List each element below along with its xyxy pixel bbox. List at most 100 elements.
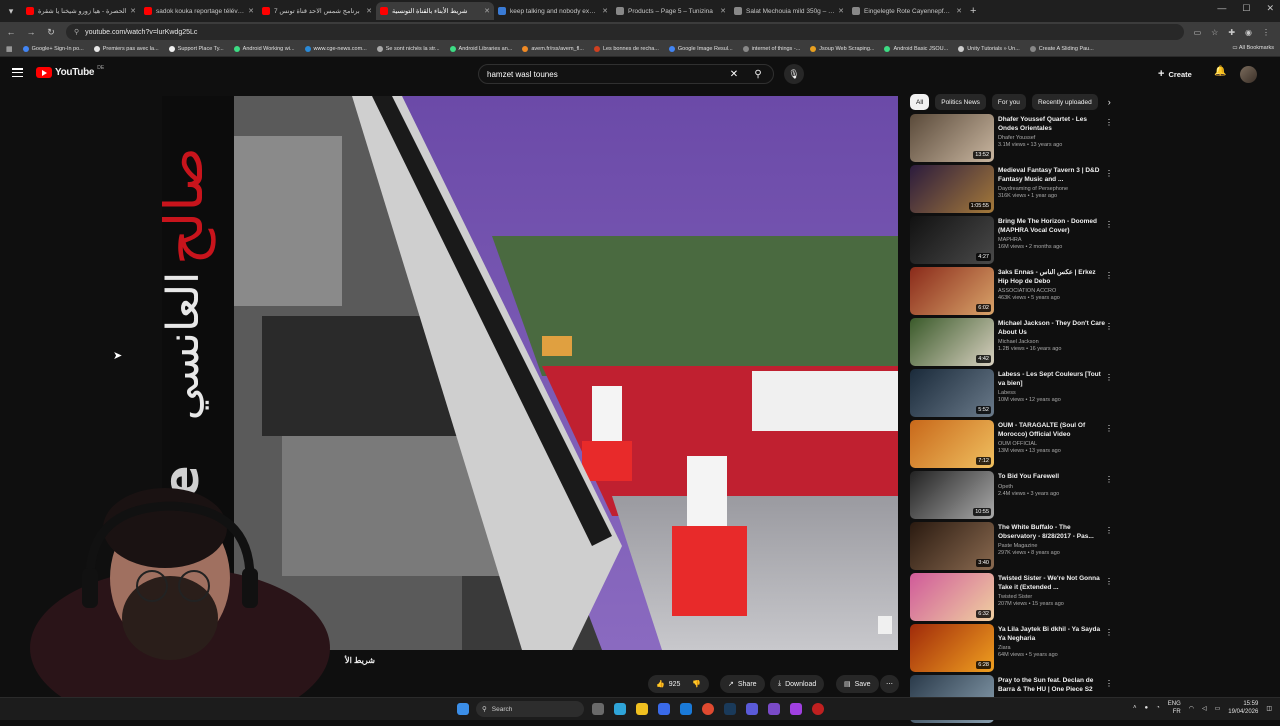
avatar[interactable]	[1240, 66, 1257, 83]
task-view-icon[interactable]	[592, 703, 604, 715]
chrome-icon[interactable]	[702, 703, 714, 715]
search-icon[interactable]: ⚲	[743, 65, 773, 83]
recommendation-item[interactable]: 6:28 Ya Lila Jaytek Bi dkhil - Ya Sayda Y…	[910, 624, 1115, 675]
bookmark-item[interactable]: Google Image Resul...	[668, 46, 733, 52]
video-thumbnail[interactable]: 7:12	[910, 420, 994, 468]
notification-center-icon[interactable]: ◫	[1266, 705, 1272, 712]
video-thumbnail[interactable]: 13:52	[910, 114, 994, 162]
browser-tab[interactable]: Eingelegte Rote Cayennepfeffer ✕	[848, 2, 966, 20]
teams-icon[interactable]	[746, 703, 758, 715]
browser-tab[interactable]: برنامج شمس الاحد قناة تونس 7 ✕	[258, 2, 376, 20]
browser-tab[interactable]: sadok kouka reportage télévisé ✕	[140, 2, 258, 20]
video-thumbnail[interactable]: 1:05:55	[910, 165, 994, 213]
video-title-link[interactable]: Medieval Fantasy Tavern 3 | D&D Fantasy …	[998, 167, 1106, 184]
more-vertical-icon[interactable]: ⋮	[1105, 220, 1113, 229]
new-tab-icon[interactable]: +	[970, 5, 976, 17]
video-thumbnail[interactable]: 4:27	[910, 216, 994, 264]
app-icon[interactable]	[768, 703, 780, 715]
bookmark-item[interactable]: Les bonnes de recha...	[593, 46, 659, 52]
video-title-link[interactable]: OUM - TARAGALTE (Soul Of Morocco) Offici…	[998, 422, 1106, 439]
recommendation-item[interactable]: 13:52 Dhafer Youssef Quartet - Les Ondes …	[910, 114, 1115, 165]
video-title-link[interactable]: 3aks Ennas - عكس الناس | Erkez Hip Hop d…	[998, 269, 1106, 286]
close-tab-icon[interactable]: ✕	[602, 7, 608, 15]
recommendation-item[interactable]: 6:32 Twisted Sister - We're Not Gonna Tak…	[910, 573, 1115, 624]
bookmark-item[interactable]: www.cge-news.com...	[304, 46, 367, 52]
hamburger-menu-icon[interactable]	[12, 68, 23, 77]
more-actions-button[interactable]: ⋯	[880, 675, 899, 693]
browser-tab[interactable]: شريط الأبناء بالقناة التونسية ✕	[376, 2, 494, 20]
bookmark-star-icon[interactable]: ☆	[1211, 28, 1218, 37]
video-title-link[interactable]: Bring Me The Horizon - Doomed (MAPHRA Vo…	[998, 218, 1106, 235]
video-title-link[interactable]: Labess - Les Sept Couleurs [Tout va bien…	[998, 371, 1106, 388]
site-info-icon[interactable]: ⚲	[74, 28, 79, 36]
browser-tab[interactable]: الحصرة - هيا زورو شيخنا يا شقرة ✕	[22, 2, 140, 20]
more-vertical-icon[interactable]: ⋮	[1105, 169, 1113, 178]
recommendation-item[interactable]: 7:12 OUM - TARAGALTE (Soul Of Morocco) Of…	[910, 420, 1115, 471]
reload-icon[interactable]: ↻	[46, 27, 56, 38]
save-button[interactable]: ▤ Save	[836, 675, 879, 693]
browser-menu-icon[interactable]: ⋮	[1262, 28, 1270, 37]
forward-icon[interactable]: →	[26, 27, 36, 37]
recommendation-item[interactable]: 1:05:55 Medieval Fantasy Tavern 3 | D&D F…	[910, 165, 1115, 216]
clear-search-icon[interactable]: ✕	[725, 69, 743, 80]
browser-tab[interactable]: Products – Page 5 – Tunizina ✕	[612, 2, 730, 20]
video-title-link[interactable]: Twisted Sister - We're Not Gonna Take it…	[998, 575, 1106, 592]
bookmark-item[interactable]: Create A Sliding Pau...	[1029, 46, 1094, 52]
youtube-logo[interactable]: YouTube DE	[36, 65, 104, 78]
url-field[interactable]: ⚲ youtube.com/watch?v=lurKwdg25Lc	[66, 24, 1184, 40]
tab-search-icon[interactable]: ▾	[4, 4, 18, 18]
messenger-icon[interactable]	[790, 703, 802, 715]
channel-name[interactable]: Dhafer Youssef	[998, 135, 1106, 141]
video-thumbnail[interactable]: 6:02	[910, 267, 994, 315]
wifi-icon[interactable]: ◠	[1189, 705, 1194, 712]
windows-start-icon[interactable]	[457, 703, 469, 715]
more-vertical-icon[interactable]: ⋮	[1105, 118, 1113, 127]
channel-name[interactable]: Daydreaming of Persephone	[998, 186, 1106, 192]
apps-grid-icon[interactable]: ▦	[6, 45, 13, 53]
bookmark-item[interactable]: internet of things -...	[742, 46, 800, 52]
more-vertical-icon[interactable]: ⋮	[1105, 322, 1113, 331]
video-thumbnail[interactable]: 5:52	[910, 369, 994, 417]
bookmark-item[interactable]: Jsoup Web Scraping...	[810, 46, 874, 52]
video-title-link[interactable]: Dhafer Youssef Quartet - Les Ondes Orien…	[998, 116, 1106, 133]
outlook-icon[interactable]	[680, 703, 692, 715]
browser-tab[interactable]: Salat Mechouia mild 350g – Co ✕	[730, 2, 848, 20]
filter-chip[interactable]: For you	[991, 94, 1026, 110]
dislike-icon[interactable]: 👎	[692, 680, 701, 688]
share-button[interactable]: ↗ Share	[720, 675, 765, 693]
tray-overflow-icon[interactable]: ˄	[1133, 705, 1137, 711]
search-input[interactable]	[487, 69, 725, 79]
notifications-bell-icon[interactable]: 🔔	[1214, 66, 1226, 77]
tray-app-icon[interactable]: ●	[1144, 705, 1148, 711]
bookmark-item[interactable]: avem.fr/rss/avem_fl...	[522, 46, 584, 52]
recorder-icon[interactable]	[812, 703, 824, 715]
bookmark-item[interactable]: Unity Tutorials » Un...	[958, 46, 1020, 52]
close-tab-icon[interactable]: ✕	[484, 7, 490, 15]
minimize-icon[interactable]: —	[1217, 3, 1226, 14]
bookmark-item[interactable]: Android Basic JSOU...	[884, 46, 948, 52]
edge-icon[interactable]	[614, 703, 626, 715]
more-vertical-icon[interactable]: ⋮	[1105, 577, 1113, 586]
recommendation-item[interactable]: 3:40 The White Buffalo - The Observatory …	[910, 522, 1115, 573]
video-thumbnail[interactable]: 4:42	[910, 318, 994, 366]
more-vertical-icon[interactable]: ⋮	[1105, 526, 1113, 535]
more-vertical-icon[interactable]: ⋮	[1105, 475, 1113, 484]
video-title-link[interactable]: Pray to the Sun feat. Declan de Barra & …	[998, 677, 1106, 694]
profile-icon[interactable]: ◉	[1245, 28, 1252, 37]
close-tab-icon[interactable]: ✕	[248, 7, 254, 15]
file-explorer-icon[interactable]	[636, 703, 648, 715]
close-tab-icon[interactable]: ✕	[838, 7, 844, 15]
cast-icon[interactable]: ▭	[1194, 28, 1202, 37]
extensions-icon[interactable]: ✚	[1228, 28, 1235, 37]
video-title-link[interactable]: Michael Jackson - They Don't Care About …	[998, 320, 1106, 337]
channel-name[interactable]: Opeth	[998, 484, 1106, 490]
network-icon[interactable]: ◔	[1156, 705, 1160, 711]
bookmark-item[interactable]: Google+ Sign-In po...	[22, 46, 84, 52]
bookmark-item[interactable]: Android Libraries an...	[449, 46, 512, 52]
battery-icon[interactable]: ▭	[1215, 705, 1221, 712]
maximize-icon[interactable]: ☐	[1242, 3, 1250, 14]
channel-name[interactable]: Michael Jackson	[998, 339, 1106, 345]
bookmark-item[interactable]: Android Working wi...	[233, 46, 295, 52]
recommendation-item[interactable]: 4:42 Michael Jackson - They Don't Care Ab…	[910, 318, 1115, 369]
volume-icon[interactable]: ◁	[1202, 705, 1207, 712]
